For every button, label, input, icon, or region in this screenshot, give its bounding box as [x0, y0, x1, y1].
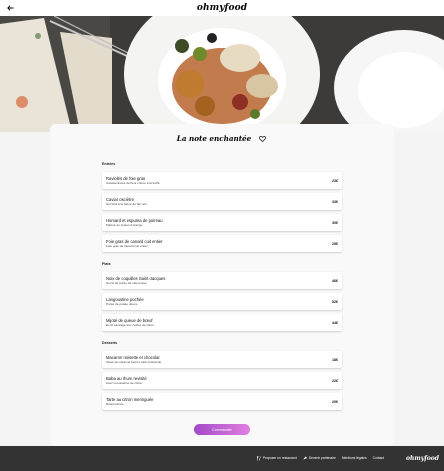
menu-item-price: 30€: [332, 221, 338, 226]
menu-item-description: Purée de patate douce: [106, 302, 138, 307]
menu-item-name: Noix de coquilles Saint-Jacques: [106, 275, 166, 281]
menu-item-name: Homard et espuma de poireau: [106, 217, 163, 223]
footer-link-label: Contact: [372, 456, 384, 461]
menu-item[interactable]: Caviar osciètre Sur blini à la farine de…: [102, 193, 342, 210]
utensils-icon: [257, 456, 262, 461]
menu-item-price: 52€: [332, 300, 338, 305]
menu-item-price: 44€: [332, 321, 338, 326]
top-header: ohmyfood: [0, 0, 444, 16]
menu-item-name: Macaron noisette et chocolat: [106, 354, 160, 360]
order-button[interactable]: Commander: [194, 424, 250, 435]
menu-item-name: Raviolés de foie gras: [106, 175, 146, 181]
menu-item-description: Sur blini à la farine de blé noir: [106, 202, 147, 207]
menu-item-price: 25€: [332, 242, 338, 247]
menu-item-price: 23€: [332, 179, 338, 184]
footer-logo[interactable]: ohmyfood: [406, 455, 439, 462]
favorite-button[interactable]: [258, 134, 267, 143]
menu-item-price: 46€: [332, 279, 338, 284]
menu-item[interactable]: Raviolés de foie gras Assaisonnées de fl…: [102, 172, 342, 189]
footer-links: Proposer un restaurant Devenir partenair…: [257, 456, 384, 461]
arrow-icon: [302, 456, 307, 460]
menu-item[interactable]: Mijoté de queue de bœuf Et riz sauvage a…: [102, 314, 342, 331]
footer-link-legal-notice[interactable]: Mentions légales: [342, 456, 367, 460]
section-title-desserts: Desserts: [102, 341, 118, 345]
menu-item-price: 20€: [332, 400, 338, 405]
menu-item-description: Avec mousseline de citron: [106, 381, 143, 386]
menu-item-description: Et riz sauvage aux zestes de citron: [106, 323, 154, 328]
menu-item-price: 33€: [332, 200, 338, 205]
menu-item-name: Langoustine pochée: [106, 296, 144, 302]
menu-item[interactable]: Homard et espuma de poireau Mariné au ze…: [102, 214, 342, 231]
restaurant-header: La note enchantée: [50, 134, 394, 143]
menu-item-description: Assaisonnées de fleur crème à la truffe: [106, 181, 160, 186]
section-title-entrees: Entrées: [102, 162, 116, 166]
menu-item-description: Glace au caramel beurre salé Guérande: [106, 360, 162, 365]
menu-item-price: 18€: [332, 358, 338, 363]
menu-item-description: Déstructurée: [106, 402, 124, 407]
arrow-left-icon: [6, 5, 13, 11]
footer-link-label: Mentions légales: [341, 456, 367, 461]
footer-link-label: Devenir partenaire: [308, 456, 336, 461]
footer-link-contact[interactable]: Contact: [373, 456, 384, 460]
footer-link-label: Proposer un restaurant: [262, 456, 297, 461]
menu-item-price: 22€: [332, 379, 338, 384]
section-title-plats: Plats: [102, 262, 111, 266]
menu-item[interactable]: Foie gras de canard cuit entier Foie gra…: [102, 235, 342, 252]
menu-item-description: Foie gras de canard cuit entier: [106, 244, 148, 249]
footer-link-propose-restaurant[interactable]: Proposer un restaurant: [257, 456, 297, 461]
back-button[interactable]: [4, 2, 16, 14]
restaurant-name: La note enchantée: [176, 134, 252, 143]
menu-item-name: Tarte au citron meringuée: [106, 396, 154, 402]
app-logo[interactable]: ohmyfood: [197, 3, 247, 13]
menu-item-description: Mariné au zestes d'orange: [106, 223, 143, 228]
menu-item-description: Sur lit de purée de céleri-rave: [106, 281, 147, 286]
footer-link-become-partner[interactable]: Devenir partenaire: [302, 456, 336, 461]
menu-item[interactable]: Tarte au citron meringuée Déstructurée 2…: [102, 393, 342, 410]
menu-item-name: Caviar osciètre: [106, 196, 134, 202]
heart-outline-icon: [259, 135, 267, 142]
menu-item[interactable]: Noix de coquilles Saint-Jacques Sur lit …: [102, 272, 342, 289]
menu-item-name: Mijoté de queue de bœuf: [106, 317, 153, 323]
menu-item[interactable]: Baba au rhum revisité Avec mousseline de…: [102, 372, 342, 389]
footer: Proposer un restaurant Devenir partenair…: [0, 446, 444, 471]
menu-item-name: Foie gras de canard cuit entier: [106, 238, 163, 244]
menu-item[interactable]: Macaron noisette et chocolat Glace au ca…: [102, 351, 342, 368]
hero-image: [0, 16, 444, 132]
menu-item-name: Baba au rhum revisité: [106, 375, 147, 381]
menu-item[interactable]: Langoustine pochée Purée de patate douce…: [102, 293, 342, 310]
